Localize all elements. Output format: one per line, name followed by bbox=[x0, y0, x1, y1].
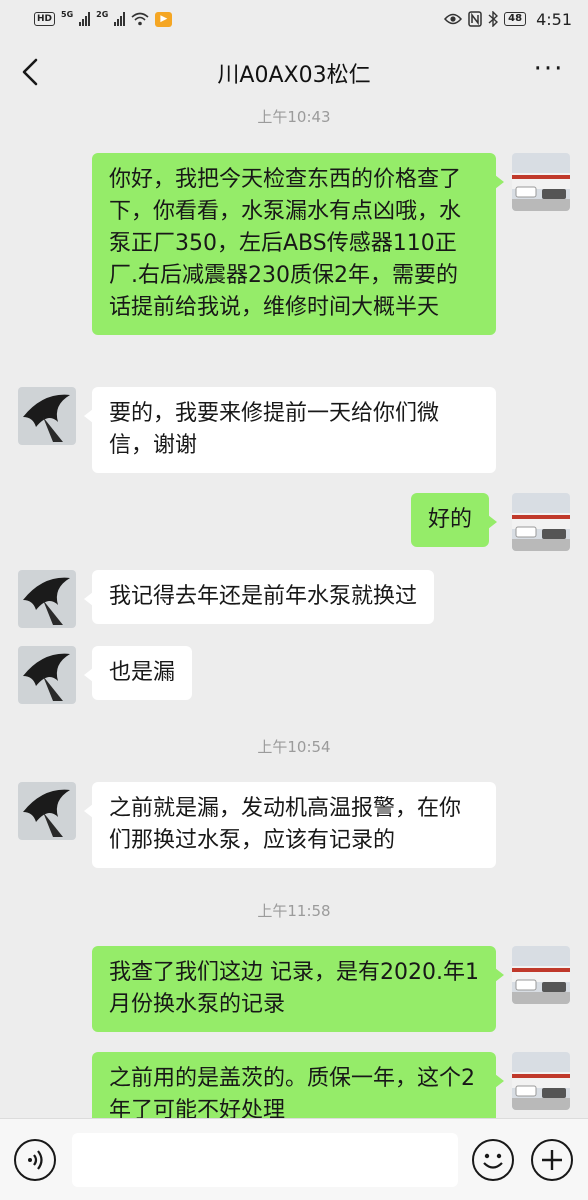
video-app-icon: ▶ bbox=[155, 11, 173, 27]
more-functions-button[interactable] bbox=[531, 1139, 573, 1181]
contact-avatar[interactable] bbox=[18, 646, 76, 704]
network-5g-label: 5G bbox=[61, 10, 74, 19]
contact-avatar[interactable] bbox=[18, 387, 76, 445]
voice-input-button[interactable] bbox=[14, 1139, 56, 1181]
message-bubble-sent[interactable]: 我查了我们这边 记录，是有2020.年1月份换水泵的记录 bbox=[92, 946, 504, 1032]
timestamp: 上午10:43 bbox=[257, 108, 331, 126]
message-input[interactable] bbox=[72, 1133, 458, 1187]
emoji-icon bbox=[483, 1153, 503, 1169]
voice-icon bbox=[28, 1150, 43, 1170]
my-avatar[interactable] bbox=[512, 493, 570, 551]
my-avatar[interactable] bbox=[512, 946, 570, 1004]
signal-icon bbox=[79, 12, 91, 26]
nfc-icon bbox=[468, 11, 482, 27]
contact-avatar[interactable] bbox=[18, 782, 76, 840]
contact-avatar[interactable] bbox=[18, 570, 76, 628]
battery-indicator: 48 bbox=[504, 12, 527, 26]
timestamp: 上午10:54 bbox=[257, 738, 331, 756]
network-2g-label: 2G bbox=[96, 10, 109, 19]
message-list[interactable]: 上午10:43 你好，我把今天检查东西的价格查了下，你看看，水泵漏水有点凶哦，水… bbox=[0, 100, 588, 1118]
eye-icon bbox=[444, 13, 463, 25]
status-bar: HD 5G 2G ▶ 48 4:51 bbox=[0, 0, 588, 38]
message-bubble-sent[interactable]: 你好，我把今天检查东西的价格查了下，你看看，水泵漏水有点凶哦，水泵正厂350，左… bbox=[92, 153, 504, 335]
message-bubble-received[interactable]: 之前就是漏，发动机高温报警，在你们那换过水泵，应该有记录的 bbox=[84, 782, 496, 868]
plus-icon bbox=[542, 1150, 562, 1170]
timestamp: 上午11:58 bbox=[257, 902, 331, 920]
more-options-icon[interactable]: ··· bbox=[532, 56, 566, 84]
status-time: 4:51 bbox=[536, 9, 572, 29]
message-bubble-received[interactable]: 也是漏 bbox=[83, 646, 193, 700]
bluetooth-icon bbox=[488, 11, 499, 27]
input-bar bbox=[0, 1118, 588, 1200]
my-avatar[interactable] bbox=[512, 1052, 570, 1110]
back-icon[interactable] bbox=[16, 54, 46, 90]
chat-header: 川A0AX03松仁 ··· bbox=[0, 38, 588, 108]
emoji-button[interactable] bbox=[472, 1139, 514, 1181]
wifi-icon bbox=[131, 12, 149, 26]
message-bubble-sent[interactable]: 之前用的是盖茨的。质保一年，这个2年了可能不好处理 bbox=[92, 1052, 504, 1118]
message-bubble-received[interactable]: 我记得去年还是前年水泵就换过 bbox=[83, 570, 435, 624]
chat-title: 川A0AX03松仁 bbox=[217, 63, 371, 88]
message-bubble-sent[interactable]: 好的 bbox=[411, 493, 498, 547]
signal-icon-2 bbox=[114, 12, 126, 26]
hd-icon: HD bbox=[34, 12, 56, 26]
message-bubble-received[interactable]: 要的，我要来修提前一天给你们微信，谢谢 bbox=[84, 387, 496, 473]
my-avatar[interactable] bbox=[512, 153, 570, 211]
